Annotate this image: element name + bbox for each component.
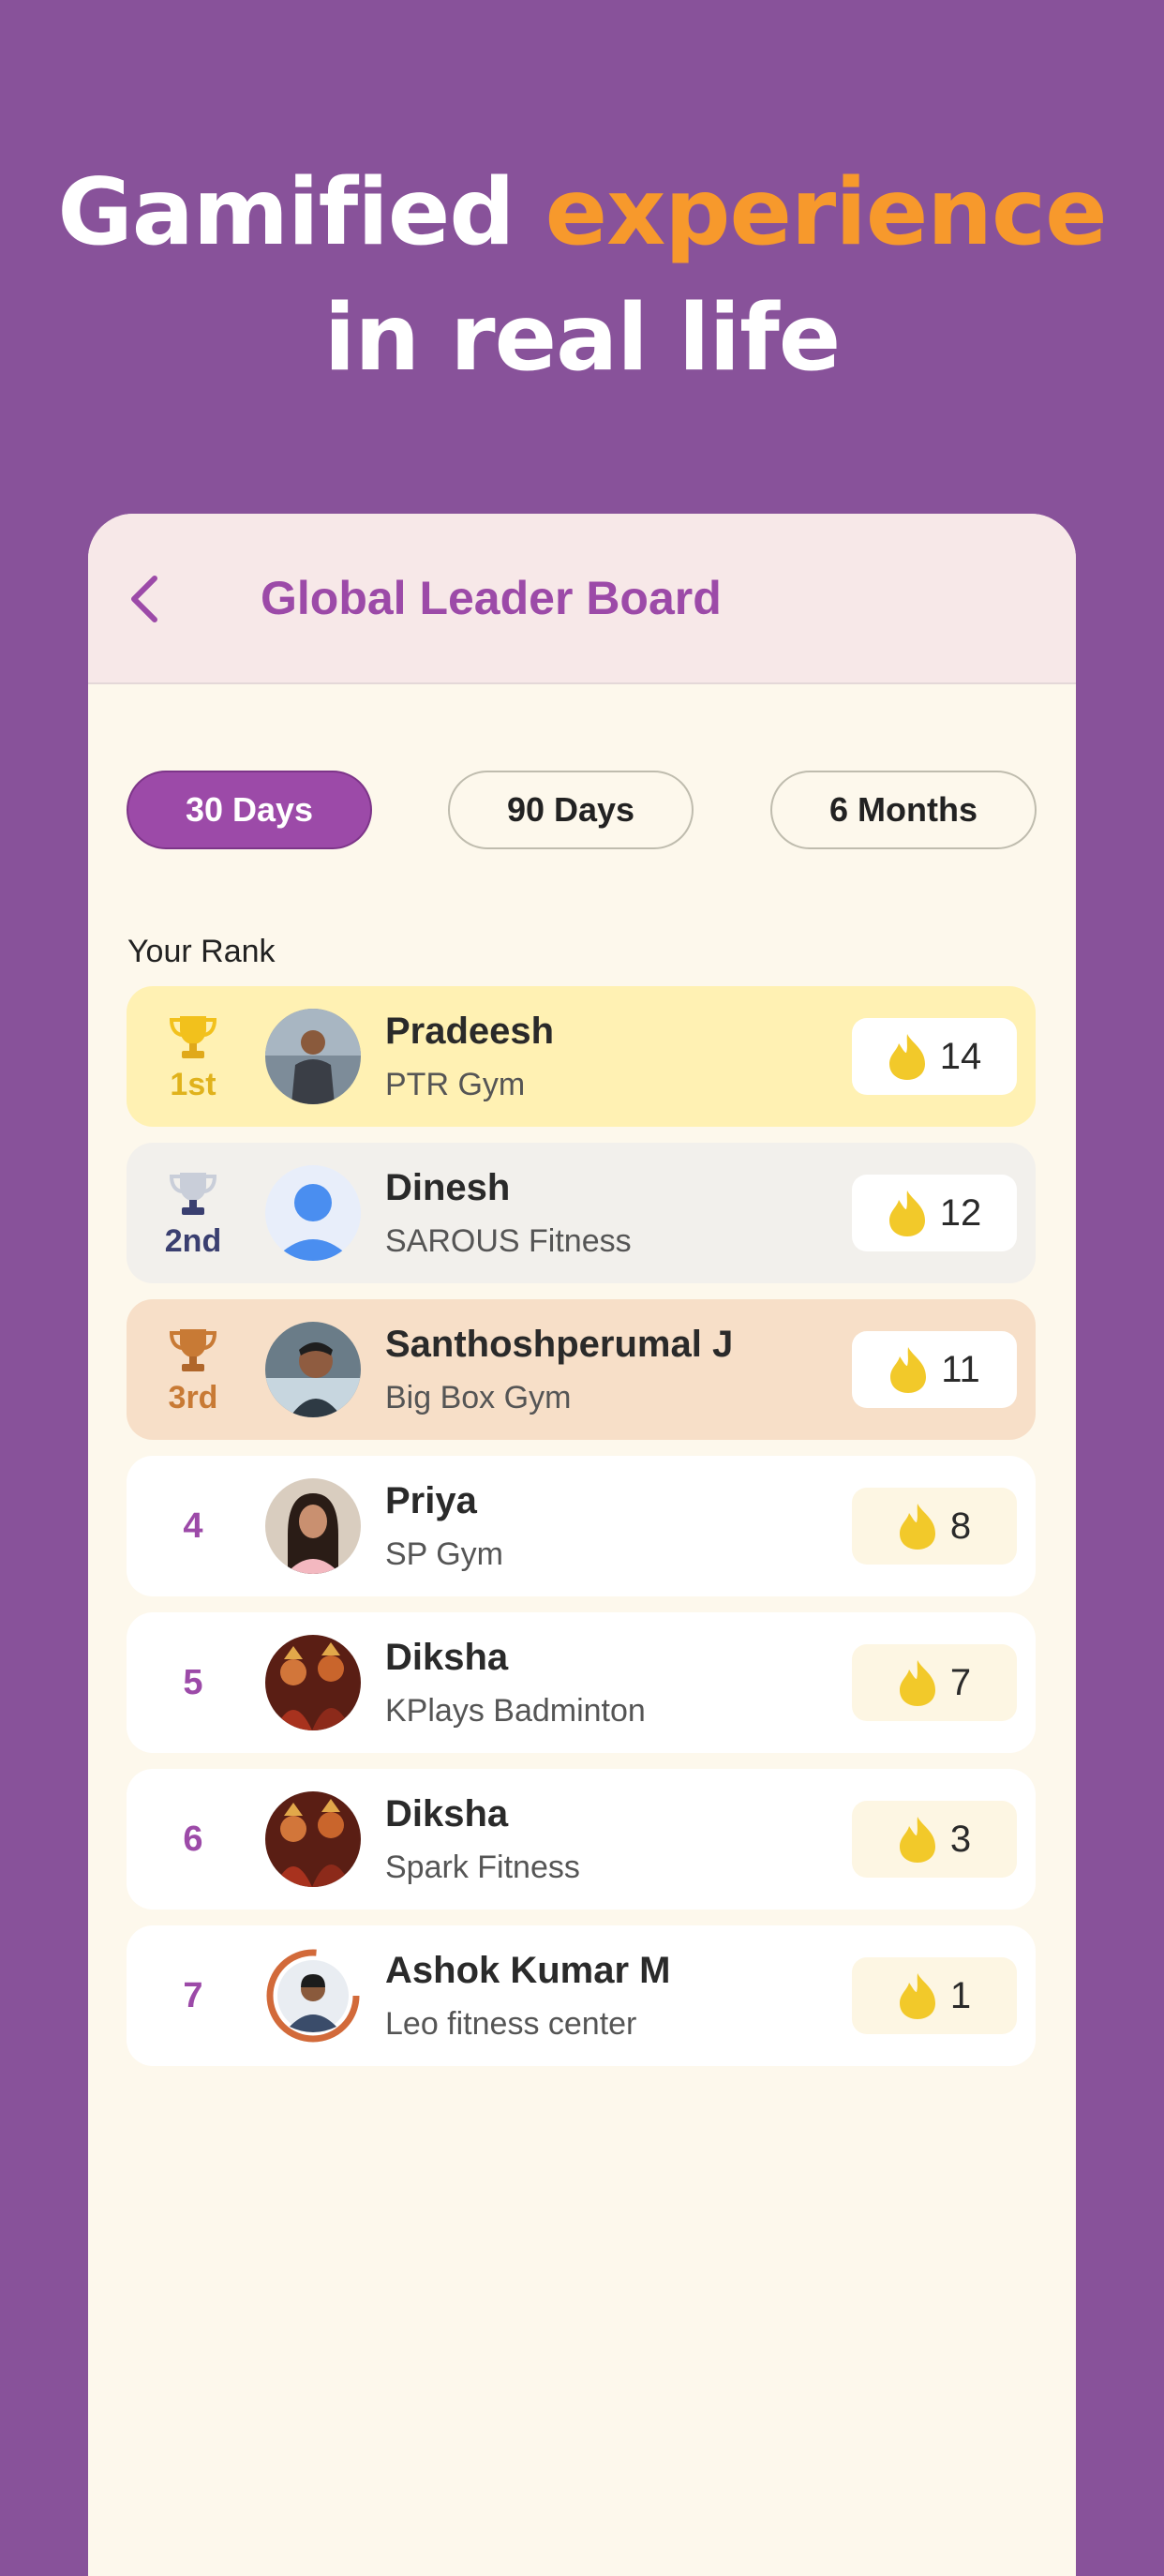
gym-name: KPlays Badminton bbox=[385, 1693, 646, 1729]
rank-number: 4 bbox=[183, 1505, 203, 1546]
your-rank-label: Your Rank bbox=[127, 934, 276, 969]
member-name: Ashok Kumar M bbox=[385, 1950, 671, 1991]
leaderboard-row[interactable]: 5 Diksha KPlays Badminton 7 bbox=[127, 1612, 1036, 1753]
rank-label: 3rd bbox=[168, 1379, 218, 1415]
rank-cell: 6 bbox=[127, 1769, 260, 1910]
filter-30-days-button[interactable]: 30 Days bbox=[127, 771, 372, 849]
rank-cell: 2nd bbox=[127, 1143, 260, 1283]
member-name: Dinesh bbox=[385, 1167, 511, 1208]
rank-number: 7 bbox=[183, 1975, 203, 2015]
member-name: Priya bbox=[385, 1480, 477, 1521]
hero-line-1: Gamified experience bbox=[0, 150, 1164, 276]
flame-icon bbox=[890, 1347, 927, 1393]
gym-name: SAROUS Fitness bbox=[385, 1223, 632, 1259]
leaderboard-row[interactable]: 3rd Santhoshperumal J Big Box Gym 11 bbox=[127, 1299, 1036, 1440]
avatar bbox=[265, 1791, 361, 1887]
rank-cell: 3rd bbox=[127, 1299, 260, 1440]
flame-icon bbox=[888, 1191, 925, 1236]
hero-line-1-accent: experience bbox=[545, 159, 1108, 266]
streak-score: 1 bbox=[852, 1957, 1017, 2034]
score-value: 8 bbox=[949, 1505, 972, 1547]
page-title: Global Leader Board bbox=[261, 572, 722, 624]
leaderboard-row[interactable]: 7 Ashok Kumar M Leo fitness center 1 bbox=[127, 1925, 1036, 2066]
member-name: Santhoshperumal J bbox=[385, 1324, 734, 1365]
back-button[interactable] bbox=[112, 566, 178, 632]
leaderboard-row[interactable]: 4 Priya SP Gym 8 bbox=[127, 1456, 1036, 1596]
score-value: 1 bbox=[949, 1974, 972, 2016]
leaderboard-card: Global Leader Board 30 Days 90 Days 6 Mo… bbox=[88, 514, 1076, 2576]
avatar bbox=[265, 1322, 361, 1417]
hero-line-2: in real life bbox=[323, 285, 841, 392]
rank-cell: 7 bbox=[127, 1925, 260, 2066]
flame-icon bbox=[899, 1660, 935, 1706]
hero-line-1-prefix: Gamified bbox=[57, 159, 545, 266]
leaderboard-list: 1st Pradeesh PTR Gym 14 2nd Dinesh SAROU… bbox=[127, 986, 1036, 2082]
rank-label: 2nd bbox=[164, 1222, 222, 1259]
hero-headline: Gamified experience in real life bbox=[0, 150, 1164, 401]
rank-number: 5 bbox=[183, 1662, 203, 1702]
score-value: 12 bbox=[939, 1191, 982, 1234]
gym-name: Spark Fitness bbox=[385, 1850, 580, 1885]
filter-6-months-button[interactable]: 6 Months bbox=[770, 771, 1037, 849]
flame-icon bbox=[899, 1817, 935, 1863]
flame-icon bbox=[899, 1973, 935, 2019]
score-value: 11 bbox=[941, 1348, 980, 1390]
avatar bbox=[265, 1635, 361, 1730]
score-value: 3 bbox=[949, 1818, 972, 1860]
avatar bbox=[265, 1478, 361, 1574]
silver-trophy-icon bbox=[169, 1172, 217, 1215]
streak-score: 14 bbox=[852, 1018, 1017, 1095]
gym-name: Leo fitness center bbox=[385, 2006, 637, 2042]
filter-90-days-button[interactable]: 90 Days bbox=[448, 771, 694, 849]
rank-cell: 5 bbox=[127, 1612, 260, 1753]
chevron-left-icon bbox=[131, 576, 157, 622]
avatar bbox=[265, 1009, 361, 1104]
streak-score: 7 bbox=[852, 1644, 1017, 1721]
member-name: Diksha bbox=[385, 1793, 509, 1835]
flame-icon bbox=[888, 1034, 925, 1080]
flame-icon bbox=[899, 1504, 935, 1550]
leaderboard-row[interactable]: 6 Diksha Spark Fitness 3 bbox=[127, 1769, 1036, 1910]
leaderboard-row[interactable]: 2nd Dinesh SAROUS Fitness 12 bbox=[127, 1143, 1036, 1283]
gym-name: SP Gym bbox=[385, 1536, 503, 1572]
gold-trophy-icon bbox=[169, 1015, 217, 1058]
leaderboard-row[interactable]: 1st Pradeesh PTR Gym 14 bbox=[127, 986, 1036, 1127]
rank-cell: 1st bbox=[127, 986, 260, 1127]
rank-cell: 4 bbox=[127, 1456, 260, 1596]
member-name: Diksha bbox=[385, 1637, 509, 1678]
streak-score: 8 bbox=[852, 1488, 1017, 1565]
streak-score: 11 bbox=[852, 1331, 1017, 1408]
rank-label: 1st bbox=[170, 1066, 216, 1102]
rank-number: 6 bbox=[183, 1819, 203, 1859]
period-filter: 30 Days 90 Days 6 Months bbox=[88, 771, 1076, 853]
member-name: Pradeesh bbox=[385, 1011, 555, 1052]
gym-name: Big Box Gym bbox=[385, 1380, 572, 1415]
streak-score: 3 bbox=[852, 1801, 1017, 1878]
avatar bbox=[265, 1948, 361, 2044]
score-value: 14 bbox=[939, 1035, 982, 1077]
gym-name: PTR Gym bbox=[385, 1067, 526, 1102]
streak-score: 12 bbox=[852, 1175, 1017, 1251]
score-value: 7 bbox=[949, 1661, 972, 1703]
app-bar: Global Leader Board bbox=[88, 514, 1076, 684]
avatar bbox=[265, 1165, 361, 1261]
bronze-trophy-icon bbox=[169, 1328, 217, 1371]
